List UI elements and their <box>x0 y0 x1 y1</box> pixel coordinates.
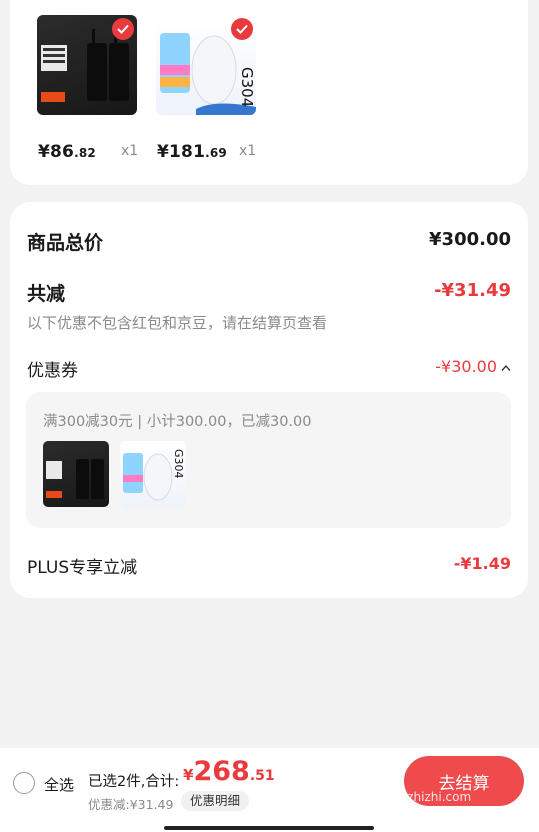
product-card: G304 ¥86.82 x1 ¥181.69 x1 <box>10 0 528 185</box>
total-decimal: .51 <box>249 768 275 784</box>
coupon-product-thumbnail: G304 <box>120 441 186 507</box>
discount-summary: 优惠减:¥31.49 <box>88 797 174 812</box>
check-icon <box>231 18 253 40</box>
coupon-label: 优惠券 <box>27 361 78 381</box>
total-integer: 268 <box>193 756 250 787</box>
price-decimal: .69 <box>205 146 227 160</box>
discount-detail-button[interactable]: 优惠明细 <box>181 791 250 811</box>
discount-note: 以下优惠不包含红包和京豆，请在结算页查看 <box>27 314 328 332</box>
plus-value: -¥1.49 <box>453 554 511 573</box>
home-indicator <box>164 826 374 830</box>
select-all-radio[interactable] <box>13 772 35 794</box>
price-integer: ¥181 <box>157 142 206 162</box>
price-summary-card: 商品总价 ¥300.00 共减 -¥31.49 以下优惠不包含红包和京豆，请在结… <box>10 202 528 598</box>
svg-text:G304: G304 <box>238 67 256 107</box>
select-all-label[interactable]: 全选 <box>44 774 74 795</box>
product-quantity: x1 <box>239 143 257 159</box>
product-price: ¥86.82 <box>38 142 96 162</box>
product-price: ¥181.69 <box>157 142 227 162</box>
svg-text:G304: G304 <box>172 449 185 479</box>
selected-count: 已选2件,合计: <box>88 774 180 790</box>
coupon-description: 满300减30元 | 小计300.00，已减30.00 <box>43 414 312 430</box>
product-image-walkie-talkie[interactable] <box>37 15 137 115</box>
price-integer: ¥86 <box>38 142 75 162</box>
checkout-bar: 全选 已选2件,合计: ¥268.51 优惠减:¥31.49 优惠明细 去结算 … <box>0 748 539 832</box>
total-currency: ¥ <box>183 766 194 784</box>
coupon-product-thumbnail <box>43 441 109 507</box>
total-amount: ¥268.51 <box>183 756 275 787</box>
reduce-value: -¥31.49 <box>434 280 511 301</box>
price-decimal: .82 <box>74 146 96 160</box>
total-label: 商品总价 <box>27 232 104 254</box>
chevron-up-icon <box>501 357 511 376</box>
coupon-value: -¥30.00 <box>435 357 497 376</box>
total-value: ¥300.00 <box>429 229 511 250</box>
check-icon <box>112 18 134 40</box>
product-quantity: x1 <box>121 143 139 159</box>
watermark: zhizhizhi.com <box>390 790 472 804</box>
reduce-label: 共减 <box>27 283 66 305</box>
plus-label: PLUS专享立减 <box>27 558 138 578</box>
coupon-detail-box: 满300减30元 | 小计300.00，已减30.00 G304 <box>26 392 511 528</box>
coupon-toggle[interactable]: -¥30.00 <box>435 357 511 376</box>
product-image-mouse[interactable]: G304 <box>156 15 256 115</box>
